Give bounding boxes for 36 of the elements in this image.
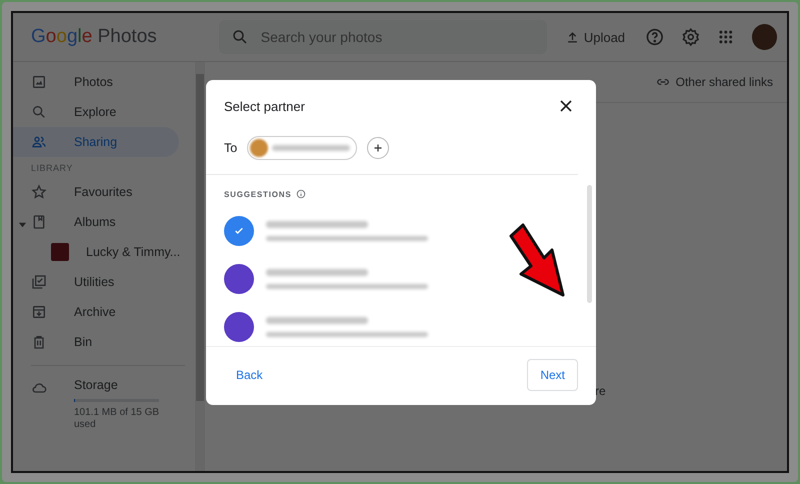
account-avatar[interactable] <box>752 24 778 50</box>
scrollbar[interactable] <box>587 185 592 303</box>
scrollbar[interactable] <box>195 62 205 471</box>
album-thumbnail <box>51 243 69 261</box>
background-text: re <box>595 384 606 398</box>
app-logo: Google Photos <box>31 26 158 48</box>
nav-item[interactable]: Utilities <box>13 267 179 297</box>
storage-usage: 101.1 MB of 15 GB used <box>74 407 160 431</box>
nav-item[interactable]: Photos <box>13 67 179 97</box>
people-icon <box>31 134 47 150</box>
nav-item[interactable]: Albums <box>13 207 179 237</box>
star-icon <box>31 184 47 200</box>
nav-item[interactable]: Sharing <box>13 127 179 157</box>
archive-box-icon <box>31 304 47 320</box>
upload-button[interactable]: Upload <box>560 26 630 48</box>
album-item[interactable]: Lucky & Timmy... <box>13 237 195 267</box>
to-label: To <box>224 141 238 155</box>
storage-label[interactable]: Storage <box>74 378 164 392</box>
shared-links-link[interactable]: Other shared links <box>656 75 773 89</box>
checklist-icon <box>31 274 47 290</box>
recipient-chip[interactable] <box>247 136 358 160</box>
add-icon[interactable] <box>367 137 390 159</box>
search-icon <box>230 28 249 46</box>
nav-item[interactable]: Bin <box>13 327 179 357</box>
next-button[interactable]: Next <box>527 359 578 391</box>
album-icon <box>31 214 47 230</box>
search-icon <box>31 104 47 120</box>
settings-icon[interactable] <box>680 27 700 47</box>
info-icon <box>296 189 306 199</box>
help-icon[interactable] <box>645 27 665 47</box>
nav-item[interactable]: Favourites <box>13 177 179 207</box>
dialog-title: Select partner <box>224 98 305 114</box>
suggestions-heading: SUGGESTIONS <box>224 190 292 198</box>
nav-item[interactable]: Explore <box>13 97 179 127</box>
nav-item[interactable]: Archive <box>13 297 179 327</box>
picture-icon <box>31 74 47 90</box>
